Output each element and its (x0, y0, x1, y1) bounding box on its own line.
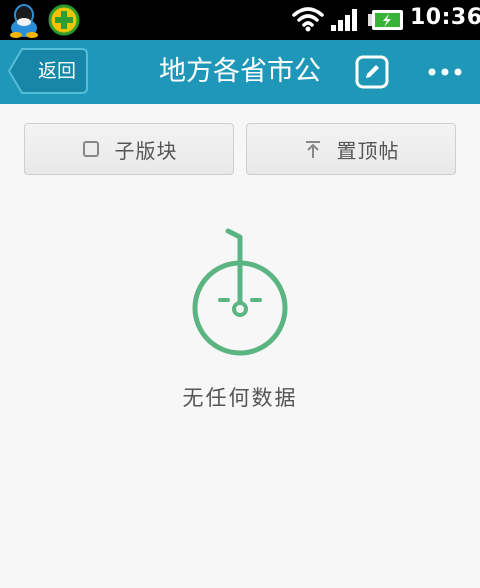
wifi-icon (292, 7, 324, 32)
back-button[interactable]: 返回 (8, 47, 88, 95)
tab-pinned-posts-label: 置顶帖 (336, 138, 400, 163)
tab-sub-forums[interactable]: 子版块 (24, 123, 234, 175)
empty-state-message: 无任何数据 (182, 386, 298, 410)
plus-app-icon (48, 4, 80, 36)
battery-charging-icon (368, 10, 403, 30)
signal-icon (331, 9, 357, 31)
tab-pinned-posts[interactable]: 置顶帖 (246, 123, 456, 175)
more-icon[interactable] (426, 55, 464, 89)
edit-icon[interactable] (355, 55, 389, 89)
pin-top-icon (305, 141, 320, 158)
square-icon (82, 141, 99, 157)
qq-icon (10, 4, 38, 38)
back-label: 返回 (37, 60, 76, 82)
unicycle-face-icon (192, 228, 288, 356)
tab-sub-forums-label: 子版块 (114, 138, 178, 163)
status-time: 10:36 (410, 5, 480, 30)
status-bar: 10:36 (0, 0, 480, 40)
app-header: 返回 地方各省市公 (0, 40, 480, 104)
page-title: 地方各省市公 (159, 56, 321, 87)
